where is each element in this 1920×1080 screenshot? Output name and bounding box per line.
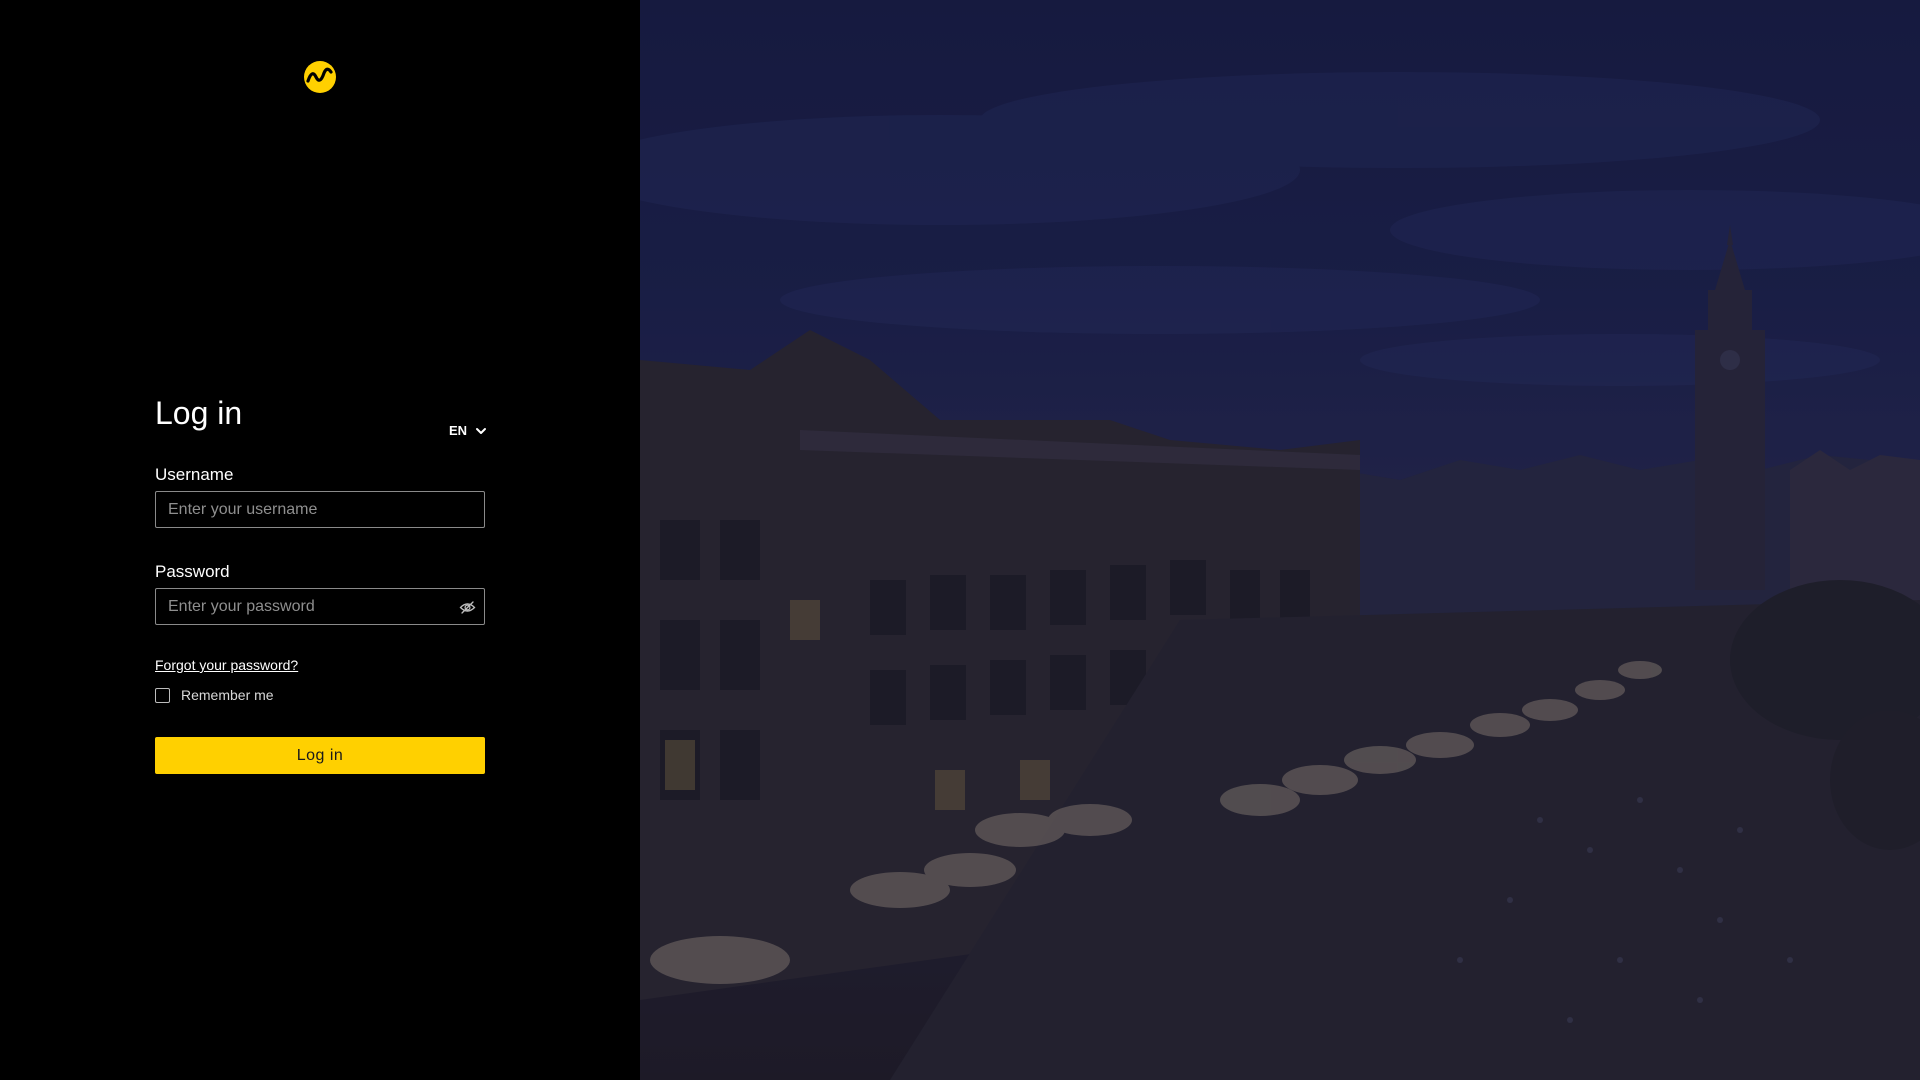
title-row: Log in EN — [155, 393, 487, 438]
night-city-square-illustration — [640, 0, 1920, 1080]
remember-me-label: Remember me — [181, 687, 274, 703]
login-form: Log in EN Username Password — [155, 393, 487, 774]
username-field-wrapper — [155, 491, 485, 528]
remember-me-row: Remember me — [155, 687, 485, 703]
wave-logo-icon — [303, 60, 337, 94]
background-image — [640, 0, 1920, 1080]
language-selector[interactable]: EN — [449, 423, 487, 438]
page-title: Log in — [155, 395, 243, 431]
remember-me-checkbox[interactable] — [155, 687, 170, 703]
chevron-down-icon — [476, 427, 486, 434]
eye-slash-icon[interactable] — [459, 599, 476, 616]
language-code: EN — [448, 423, 467, 438]
password-field-wrapper — [155, 588, 485, 625]
login-panel: Log in EN Username Password — [0, 0, 640, 1080]
password-label: Password — [155, 562, 230, 581]
login-button[interactable]: Log in — [155, 737, 485, 774]
forgot-password-link[interactable]: Forgot your password? — [155, 657, 298, 673]
username-label: Username — [155, 465, 234, 484]
username-input[interactable] — [156, 492, 484, 527]
password-input[interactable] — [156, 589, 484, 624]
login-page: Log in EN Username Password — [0, 0, 1920, 1080]
